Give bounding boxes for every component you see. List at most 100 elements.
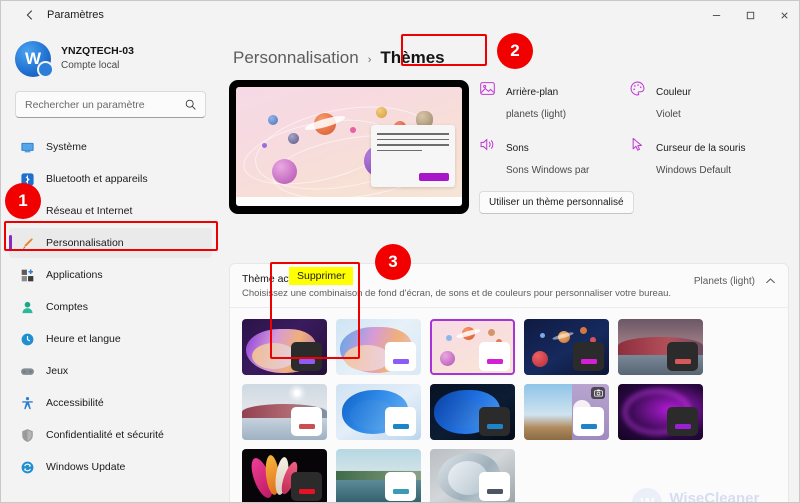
preview-screen <box>236 87 462 206</box>
theme-thumbnail[interactable] <box>336 449 421 502</box>
breadcrumb-parent[interactable]: Personnalisation <box>233 48 359 68</box>
window-titlebar: Paramètres <box>1 1 799 29</box>
account-name: YNZQTECH-03 <box>61 45 134 58</box>
theme-thumbnail-selected[interactable] <box>430 319 515 375</box>
option-title: Arrière-plan <box>506 87 559 98</box>
theme-thumbnail[interactable] <box>618 384 703 440</box>
sidebar-item-systeme[interactable]: Système <box>9 132 212 162</box>
back-arrow-icon[interactable] <box>15 5 45 25</box>
sidebar: W YNZQTECH-03 Compte local Système <box>1 29 220 502</box>
option-title: Couleur <box>656 87 692 98</box>
update-icon <box>19 459 35 475</box>
delete-tooltip: Supprimer <box>289 267 354 285</box>
sidebar-item-accessibilite[interactable]: Accessibilité <box>9 388 212 418</box>
avatar: W <box>15 41 54 78</box>
sidebar-item-label: Confidentialité et sécurité <box>46 429 164 441</box>
theme-thumbnail[interactable] <box>618 319 703 375</box>
section-subtitle: Choisissez une combinaison de fond d'écr… <box>242 288 672 299</box>
option-color[interactable]: Couleur Violet <box>629 80 779 123</box>
sidebar-item-jeux[interactable]: Jeux <box>9 356 212 386</box>
sidebar-item-label: Comptes <box>46 301 89 313</box>
option-value: planets (light) <box>506 108 567 120</box>
gamepad-icon <box>19 363 35 379</box>
account-summary[interactable]: W YNZQTECH-03 Compte local <box>1 29 220 78</box>
sidebar-item-label: Système <box>46 141 87 153</box>
theme-options: Arrière-plan planets (light) Couleur Vio… <box>479 80 779 215</box>
content-area: Personnalisation › Thèmes Arrière-plan p… <box>220 29 799 503</box>
current-theme-value: Planets (light) <box>693 276 755 287</box>
option-background[interactable]: Arrière-plan planets (light) <box>479 80 629 123</box>
preview-taskbar <box>236 197 462 206</box>
sidebar-item-personnalisation[interactable]: Personnalisation <box>9 228 212 258</box>
annotation-number: 3 <box>388 252 398 271</box>
sidebar-item-label: Applications <box>46 269 103 281</box>
close-icon[interactable] <box>767 2 799 29</box>
sidebar-item-label: Jeux <box>46 365 69 377</box>
search-box[interactable] <box>15 91 206 118</box>
sidebar-item-bluetooth[interactable]: Bluetooth et appareils <box>9 164 212 194</box>
watermark-name: WiseCleaner <box>669 489 760 503</box>
annotation-badge-3: 3 <box>375 244 411 280</box>
theme-thumbnail[interactable] <box>242 319 327 375</box>
sidebar-item-applications[interactable]: Applications <box>9 260 212 290</box>
use-custom-theme-button[interactable]: Utiliser un thème personnalisé <box>479 191 634 215</box>
accessibility-icon <box>19 395 35 411</box>
wisecleaner-watermark: W WiseCleaner Advanced PC Tune-up Utilit… <box>632 488 778 503</box>
page-title: Thèmes <box>380 48 445 67</box>
sidebar-item-label: Personnalisation <box>46 237 124 249</box>
sidebar-item-comptes[interactable]: Comptes <box>9 292 212 322</box>
wisecleaner-logo-icon: W <box>632 488 663 502</box>
theme-thumbnail[interactable] <box>524 384 609 440</box>
preview-dialog-button <box>419 173 449 181</box>
annotation-number: 1 <box>18 191 28 210</box>
shield-icon <box>19 427 35 443</box>
sidebar-item-confidentialite[interactable]: Confidentialité et sécurité <box>9 420 212 450</box>
theme-preview-monitor <box>229 80 469 214</box>
sidebar-item-label: Accessibilité <box>46 397 104 409</box>
option-mouse-cursor[interactable]: Curseur de la souris Windows Default <box>629 136 779 179</box>
chevron-up-icon[interactable] <box>765 277 776 287</box>
monitor-icon <box>19 139 35 155</box>
search-icon <box>184 98 197 116</box>
sidebar-item-windows-update[interactable]: Windows Update <box>9 452 212 482</box>
sidebar-item-label: Réseau et Internet <box>46 205 133 217</box>
theme-thumbnail[interactable] <box>430 384 515 440</box>
option-sounds[interactable]: Sons Sons Windows par <box>479 136 629 179</box>
sidebar-item-label: Windows Update <box>46 461 126 473</box>
avatar-letter: W <box>24 49 42 68</box>
theme-thumbnail[interactable] <box>242 449 327 502</box>
annotation-badge-1: 1 <box>5 183 41 219</box>
theme-thumbnail[interactable] <box>336 319 421 375</box>
theme-thumbnail[interactable] <box>524 319 609 375</box>
sidebar-nav: Système Bluetooth et appareils Réseau et… <box>1 132 220 482</box>
clock-icon <box>19 331 35 347</box>
option-value: Sons Windows par <box>506 164 590 176</box>
theme-thumbnail[interactable] <box>430 449 515 502</box>
paintbrush-icon <box>19 235 35 251</box>
settings-window: Paramètres W YNZQTECH-03 Compte local Re… <box>0 0 800 503</box>
apps-icon <box>19 267 35 283</box>
minimize-icon[interactable] <box>699 2 733 29</box>
breadcrumb-separator: › <box>367 54 372 66</box>
accounts-icon <box>19 299 35 315</box>
speaker-icon <box>479 136 497 154</box>
account-subtitle: Compte local <box>61 60 120 72</box>
sidebar-item-label: Bluetooth et appareils <box>46 173 148 185</box>
option-value: Windows Default <box>656 164 732 176</box>
camera-icon <box>591 387 605 399</box>
cursor-icon <box>629 136 647 154</box>
annotation-number: 2 <box>510 41 520 60</box>
annotation-badge-2: 2 <box>497 33 533 69</box>
theme-thumbnail[interactable] <box>336 384 421 440</box>
picture-icon <box>479 80 497 98</box>
theme-thumbnail[interactable] <box>242 384 327 440</box>
current-theme-card: Thème actuel Choisissez une combinaison … <box>229 263 789 503</box>
palette-icon <box>629 80 647 98</box>
sidebar-item-label: Heure et langue <box>46 333 121 345</box>
theme-thumbnail-grid <box>230 308 788 502</box>
sidebar-item-heure-langue[interactable]: Heure et langue <box>9 324 212 354</box>
search-input[interactable] <box>16 98 176 111</box>
maximize-icon[interactable] <box>733 2 767 29</box>
option-value: Violet <box>656 108 681 120</box>
option-title: Curseur de la souris <box>656 143 746 155</box>
